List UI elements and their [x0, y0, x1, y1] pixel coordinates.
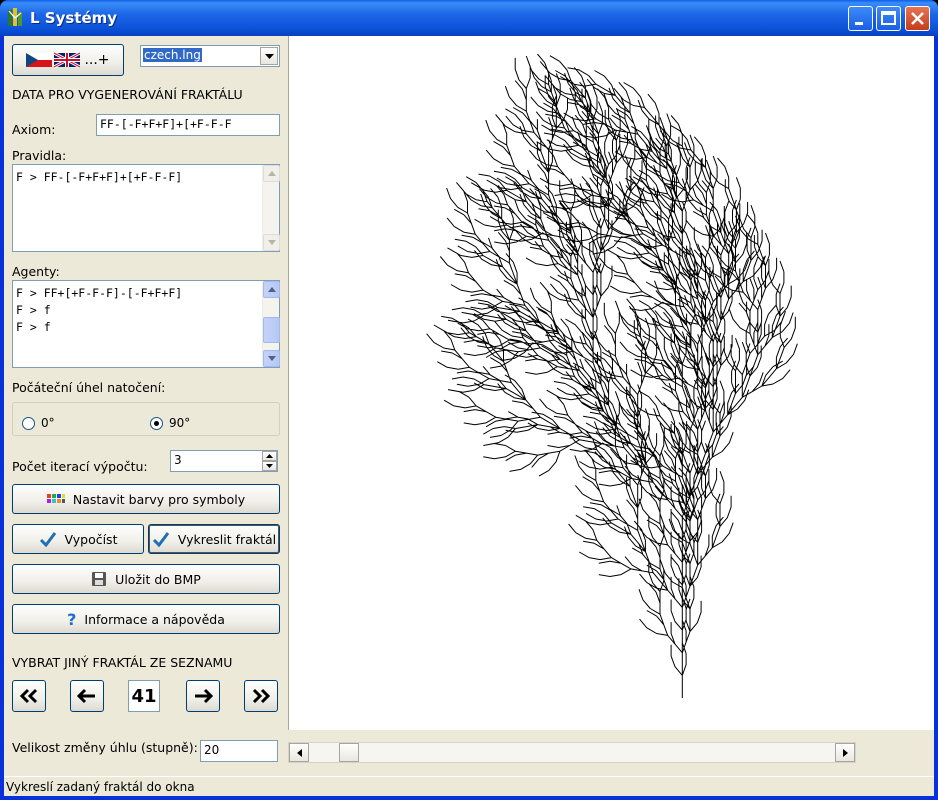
client-area: ...+ czech.lng DATA PRO VYGENEROVÁNÍ FRA…	[4, 36, 934, 796]
fractal-list-title: VYBRAT JINÝ FRAKTÁL ZE SEZNAMU	[12, 655, 233, 670]
section-title: DATA PRO VYGENEROVÁNÍ FRAKTÁLU	[12, 87, 243, 102]
maximize-button[interactable]	[876, 6, 901, 31]
app-window: L Systémy ...+ czech.lng DATA PRO VYGENE…	[0, 0, 938, 800]
app-icon	[8, 8, 22, 26]
angle-change-input[interactable]: 20	[200, 740, 278, 762]
agents-line-1: F > FF+[+F-F-F]-[-F+F+F]	[16, 286, 183, 300]
compute-button[interactable]: Vypočíst	[12, 524, 144, 554]
double-chevron-right-icon	[252, 688, 271, 704]
rules-textarea[interactable]: F > FF-[-F+F+F]+[+F-F-F]	[12, 164, 280, 252]
iterations-label: Počet iterací výpočtu:	[12, 459, 148, 474]
chevron-up-icon	[267, 171, 276, 176]
iterations-value: 3	[174, 453, 182, 467]
rules-scrollbar[interactable]	[262, 165, 280, 251]
spin-down-button[interactable]	[262, 461, 277, 471]
fractal-drawing	[426, 53, 798, 698]
scroll-up-button[interactable]	[263, 281, 280, 298]
status-bar: Vykreslí zadaný fraktál do okna	[4, 776, 934, 796]
angle-90-radio[interactable]: 90°	[150, 416, 190, 430]
agents-line-3: F > f	[16, 320, 51, 334]
chevron-down-icon	[266, 464, 273, 468]
scroll-left-button[interactable]	[289, 743, 309, 762]
window-title: L Systémy	[30, 9, 118, 27]
axiom-input[interactable]: FF-[-F+F+F]+[+F-F-F	[96, 114, 280, 136]
maximize-icon	[881, 11, 896, 25]
chevron-up-icon	[267, 287, 276, 292]
scroll-down-button[interactable]	[263, 234, 280, 251]
angle-0-label: 0°	[41, 416, 55, 430]
rules-line-1: F > FF-[-F+F+F]+[+F-F-F]	[16, 170, 183, 184]
agents-scrollbar[interactable]	[262, 281, 280, 367]
language-select-value: czech.lng	[143, 48, 202, 62]
next-fractal-button[interactable]	[186, 680, 220, 712]
minimize-icon	[855, 22, 863, 25]
radio-circle-selected	[150, 416, 163, 430]
language-flags-icon	[26, 52, 82, 68]
language-button-label: ...+	[84, 52, 110, 68]
title-bar[interactable]: L Systémy	[0, 0, 938, 36]
floppy-disk-icon	[92, 572, 107, 586]
previous-fractal-button[interactable]	[70, 680, 104, 712]
fractal-index-field[interactable]: 41	[128, 680, 160, 712]
agents-lines: F > FF+[+F-F-F]-[-F+F+F] F > f F > f	[16, 285, 182, 336]
set-colors-button[interactable]: Nastavit barvy pro symboly	[12, 484, 280, 514]
scroll-down-button[interactable]	[263, 350, 280, 367]
iterations-spinner[interactable]: 3	[170, 450, 278, 472]
arrow-right-icon	[195, 688, 213, 704]
question-mark-icon: ?	[67, 609, 77, 629]
draw-fractal-button[interactable]: Vykreslit fraktál	[148, 524, 280, 554]
info-help-label: Informace a nápověda	[84, 611, 225, 627]
radio-circle	[22, 416, 35, 430]
agents-line-2: F > f	[16, 303, 51, 317]
checkmark-icon	[39, 532, 56, 547]
spin-up-button[interactable]	[262, 451, 277, 461]
close-icon	[911, 12, 924, 25]
angle-scroll-thumb[interactable]	[339, 743, 359, 762]
minimize-button[interactable]	[848, 6, 873, 31]
compute-label: Vypočíst	[64, 531, 118, 547]
chevron-down-icon	[264, 53, 274, 59]
agents-label: Agenty:	[12, 264, 60, 279]
fractal-path	[426, 53, 798, 698]
agents-textarea[interactable]: F > FF+[+F-F-F]-[-F+F+F] F > f F > f	[12, 280, 280, 368]
chevron-left-icon	[296, 748, 302, 757]
axiom-label: Axiom:	[12, 122, 56, 137]
last-fractal-button[interactable]	[244, 680, 278, 712]
scroll-thumb[interactable]	[263, 317, 280, 343]
info-help-button[interactable]: ? Informace a nápověda	[12, 604, 280, 634]
first-fractal-button[interactable]	[12, 680, 46, 712]
close-button[interactable]	[905, 6, 930, 31]
angle-90-label: 90°	[169, 416, 191, 430]
rules-label: Pravidla:	[12, 148, 67, 163]
save-bmp-label: Uložit do BMP	[115, 571, 201, 587]
angle-change-label: Velikost změny úhlu (stupně):	[12, 740, 198, 755]
scroll-right-button[interactable]	[835, 743, 855, 762]
chevron-down-icon	[267, 356, 276, 361]
control-panel: ...+ czech.lng DATA PRO VYGENEROVÁNÍ FRA…	[4, 36, 288, 730]
angle-change-bar: Velikost změny úhlu (stupně): 20	[4, 730, 934, 776]
radio-dot	[154, 420, 159, 426]
arrow-left-icon	[77, 688, 95, 704]
chevron-up-icon	[266, 454, 273, 458]
language-flags-button[interactable]: ...+	[12, 44, 124, 76]
dropdown-arrow-button[interactable]	[260, 47, 278, 65]
language-select[interactable]: czech.lng	[140, 45, 280, 67]
checkmark-icon	[152, 532, 170, 547]
angle-scrollbar[interactable]	[288, 742, 856, 763]
set-colors-label: Nastavit barvy pro symboly	[72, 491, 246, 507]
angle-0-radio[interactable]: 0°	[22, 416, 55, 430]
save-bmp-button[interactable]: Uložit do BMP	[12, 564, 280, 594]
double-chevron-left-icon	[19, 688, 38, 704]
scroll-up-button[interactable]	[263, 165, 280, 182]
initial-angle-label: Počáteční úhel natočení:	[12, 380, 166, 395]
fractal-canvas[interactable]	[288, 36, 934, 730]
color-grid-icon	[46, 494, 65, 503]
chevron-right-icon	[842, 748, 848, 757]
draw-fractal-label: Vykreslit fraktál	[177, 531, 277, 547]
chevron-down-icon	[267, 240, 276, 245]
status-text: Vykreslí zadaný fraktál do okna	[6, 780, 195, 794]
